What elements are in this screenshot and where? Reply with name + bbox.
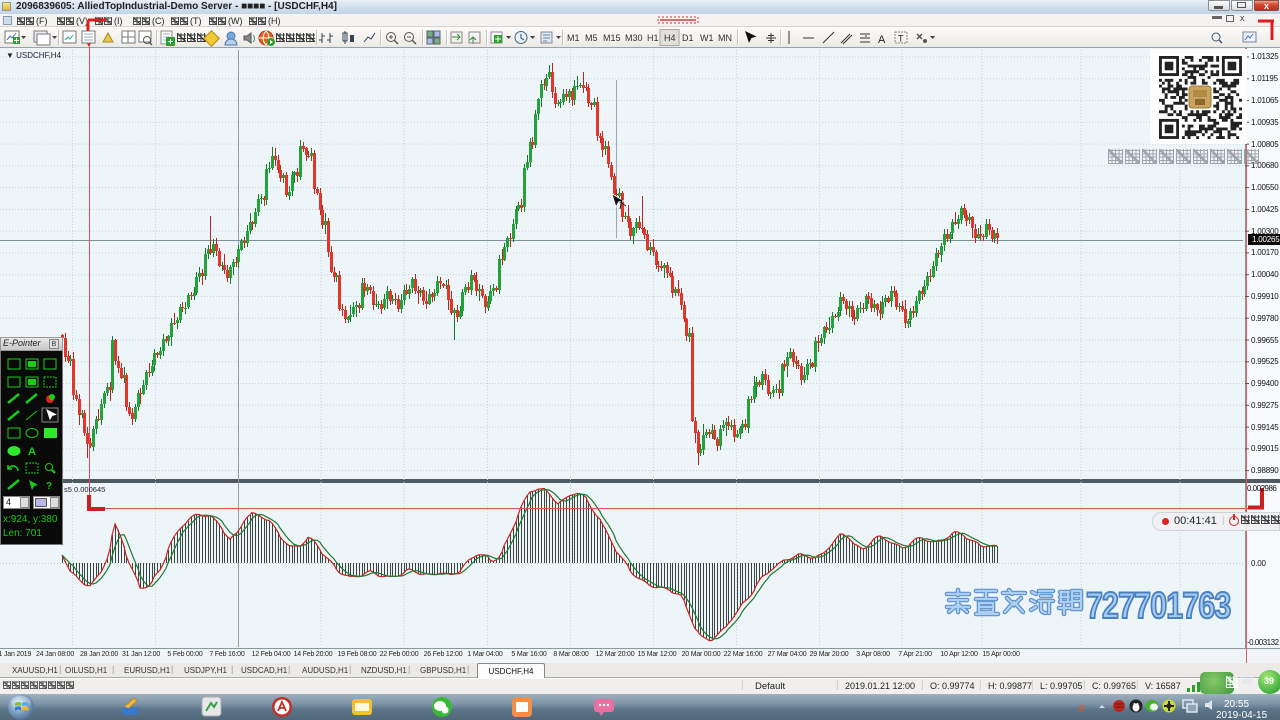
svg-text:20:55: 20:55 — [1224, 699, 1249, 710]
svg-text:S: S — [1078, 703, 1084, 715]
svg-text:2019-04-15: 2019-04-15 — [1216, 710, 1268, 720]
